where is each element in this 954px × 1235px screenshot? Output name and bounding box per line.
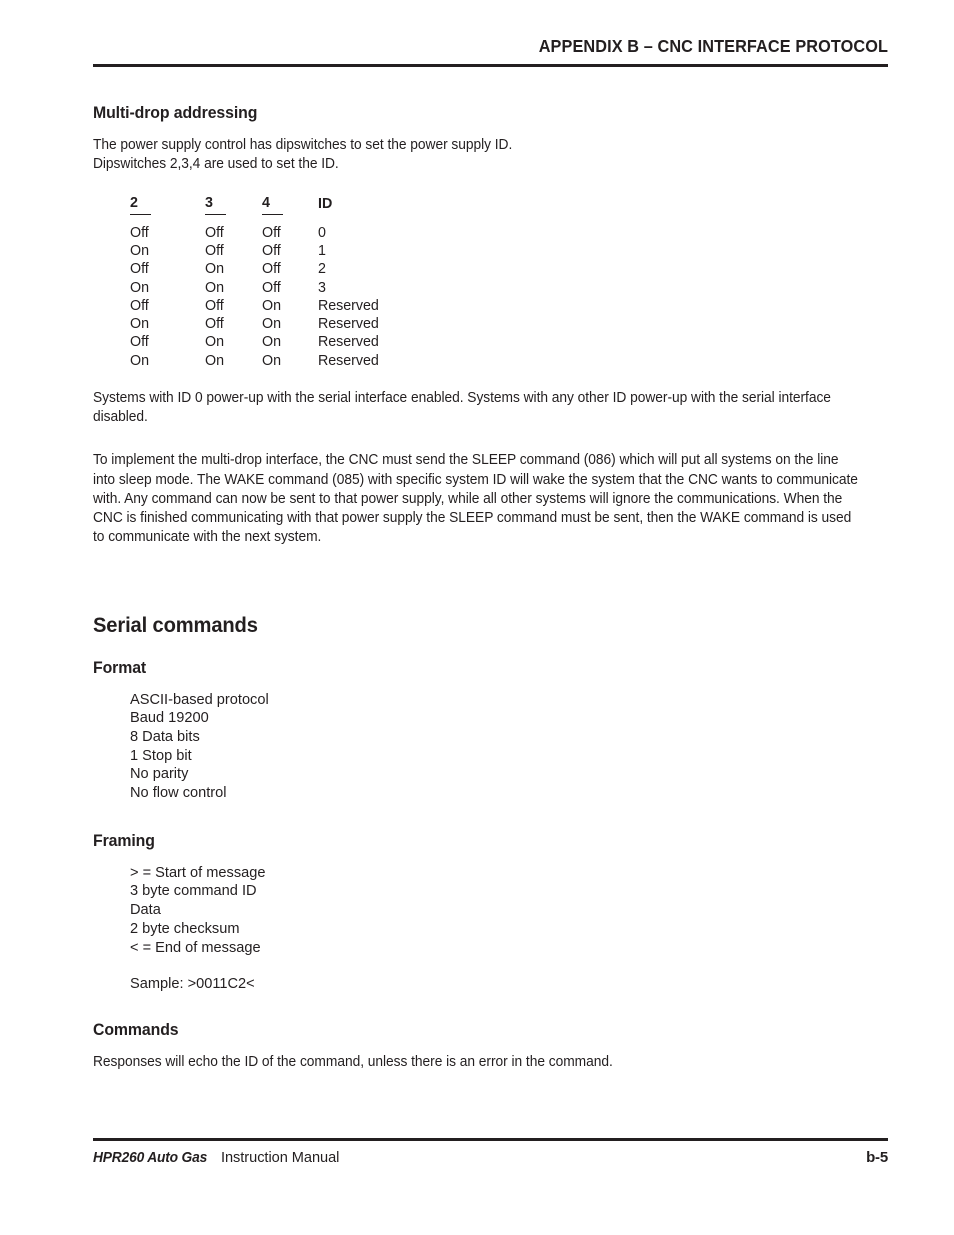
list-item: No flow control <box>130 785 227 802</box>
cell-switch-4: On <box>262 352 281 369</box>
header-divider-rule <box>93 64 888 67</box>
table-row: On On Off 3 <box>93 279 438 297</box>
table-row: On Off On Reserved <box>93 315 438 333</box>
cell-switch-2: Off <box>130 261 149 278</box>
table-row: On Off Off 1 <box>93 242 438 260</box>
framing-specification-list: > = Start of message 3 byte command ID D… <box>93 864 888 958</box>
paragraph-command-responses: Responses will echo the ID of the comman… <box>93 1053 613 1070</box>
cell-switch-4: Off <box>262 242 281 259</box>
cell-switch-3: On <box>205 279 224 296</box>
footer-manual-label: Instruction Manual <box>216 1150 340 1166</box>
cell-switch-2: On <box>130 352 149 369</box>
document-page: APPENDIX B – CNC INTERFACE PROTOCOL Mult… <box>0 0 954 1235</box>
cell-switch-2: On <box>130 242 149 259</box>
cell-id: Reserved <box>318 316 379 333</box>
cell-id: 3 <box>318 279 326 296</box>
cell-switch-4: Off <box>262 224 281 241</box>
list-item: No parity <box>130 766 189 783</box>
footer-product-name: HPR260 Auto Gas <box>93 1149 208 1166</box>
list-item: 1 Stop bit <box>130 747 192 764</box>
list-item: > = Start of message <box>130 864 266 881</box>
cell-switch-2: Off <box>130 224 149 241</box>
cell-id: 1 <box>318 242 326 259</box>
paragraph-sleep-wake-sequence: To implement the multi-drop interface, t… <box>93 452 858 546</box>
cell-switch-2: Off <box>130 334 149 351</box>
footer-page-number: b-5 <box>866 1149 888 1166</box>
cell-switch-3: Off <box>205 224 224 241</box>
cell-switch-2: On <box>130 279 149 296</box>
cell-switch-4: On <box>262 334 281 351</box>
page-content: Multi-drop addressing The power supply c… <box>93 104 888 1072</box>
cell-switch-4: On <box>262 316 281 333</box>
multi-drop-intro-line-1: The power supply control has dipswitches… <box>93 136 513 153</box>
table-header-row: 2 3 4 ID <box>93 194 438 223</box>
paragraph-power-up-behavior: Systems with ID 0 power-up with the seri… <box>93 390 831 426</box>
heading-framing: Framing <box>93 831 155 850</box>
column-header-switch-3: 3 <box>205 194 262 223</box>
cell-switch-2: On <box>130 316 149 333</box>
table-row: Off On Off 2 <box>93 260 438 278</box>
column-header-id: ID <box>318 196 333 213</box>
running-header: APPENDIX B – CNC INTERFACE PROTOCOL <box>93 36 888 57</box>
running-header-title: APPENDIX B – CNC INTERFACE PROTOCOL <box>538 36 888 56</box>
cell-id: Reserved <box>318 352 379 369</box>
list-item: < = End of message <box>130 939 261 956</box>
heading-serial-commands: Serial commands <box>93 614 258 638</box>
cell-switch-3: Off <box>205 316 224 333</box>
cell-id: Reserved <box>318 297 379 314</box>
cell-switch-2: Off <box>130 297 149 314</box>
cell-switch-3: On <box>205 334 224 351</box>
cell-switch-4: Off <box>262 261 281 278</box>
table-row: Off Off Off 0 <box>93 224 438 242</box>
cell-switch-3: On <box>205 261 224 278</box>
list-item: 3 byte command ID <box>130 883 257 900</box>
cell-switch-4: Off <box>262 279 281 296</box>
page-footer: HPR260 Auto Gas Instruction Manual b-5 <box>93 1149 888 1173</box>
heading-commands: Commands <box>93 1020 179 1039</box>
heading-format: Format <box>93 658 147 677</box>
list-item: Baud 19200 <box>130 710 209 727</box>
table-row: On On On Reserved <box>93 352 438 370</box>
heading-multi-drop-addressing: Multi-drop addressing <box>93 104 258 122</box>
list-item: 2 byte checksum <box>130 920 240 937</box>
column-header-switch-2: 2 <box>93 194 205 223</box>
list-item: Data <box>130 902 161 919</box>
table-row: Off On On Reserved <box>93 333 438 351</box>
format-specification-list: ASCII-based protocol Baud 19200 8 Data b… <box>93 691 888 803</box>
cell-id: 2 <box>318 261 326 278</box>
list-item: ASCII-based protocol <box>130 691 269 708</box>
footer-document-title: HPR260 Auto Gas Instruction Manual <box>93 1149 339 1166</box>
dipswitch-id-table: 2 3 4 ID Off Off Off 0 On Off Off 1 Off … <box>93 194 438 370</box>
column-header-switch-4: 4 <box>262 194 318 223</box>
cell-id: Reserved <box>318 334 379 351</box>
cell-id: 0 <box>318 224 326 241</box>
dipswitch-table-body: Off Off Off 0 On Off Off 1 Off On Off 2 <box>93 224 438 370</box>
footer-divider-rule <box>93 1138 888 1141</box>
cell-switch-3: On <box>205 352 224 369</box>
cell-switch-3: Off <box>205 297 224 314</box>
table-row: Off Off On Reserved <box>93 297 438 315</box>
framing-sample-message: Sample: >0011C2< <box>130 976 255 993</box>
multi-drop-intro-line-2: Dipswitches 2,3,4 are used to set the ID… <box>93 156 339 173</box>
cell-switch-4: On <box>262 297 281 314</box>
list-item: 8 Data bits <box>130 728 200 745</box>
cell-switch-3: Off <box>205 242 224 259</box>
